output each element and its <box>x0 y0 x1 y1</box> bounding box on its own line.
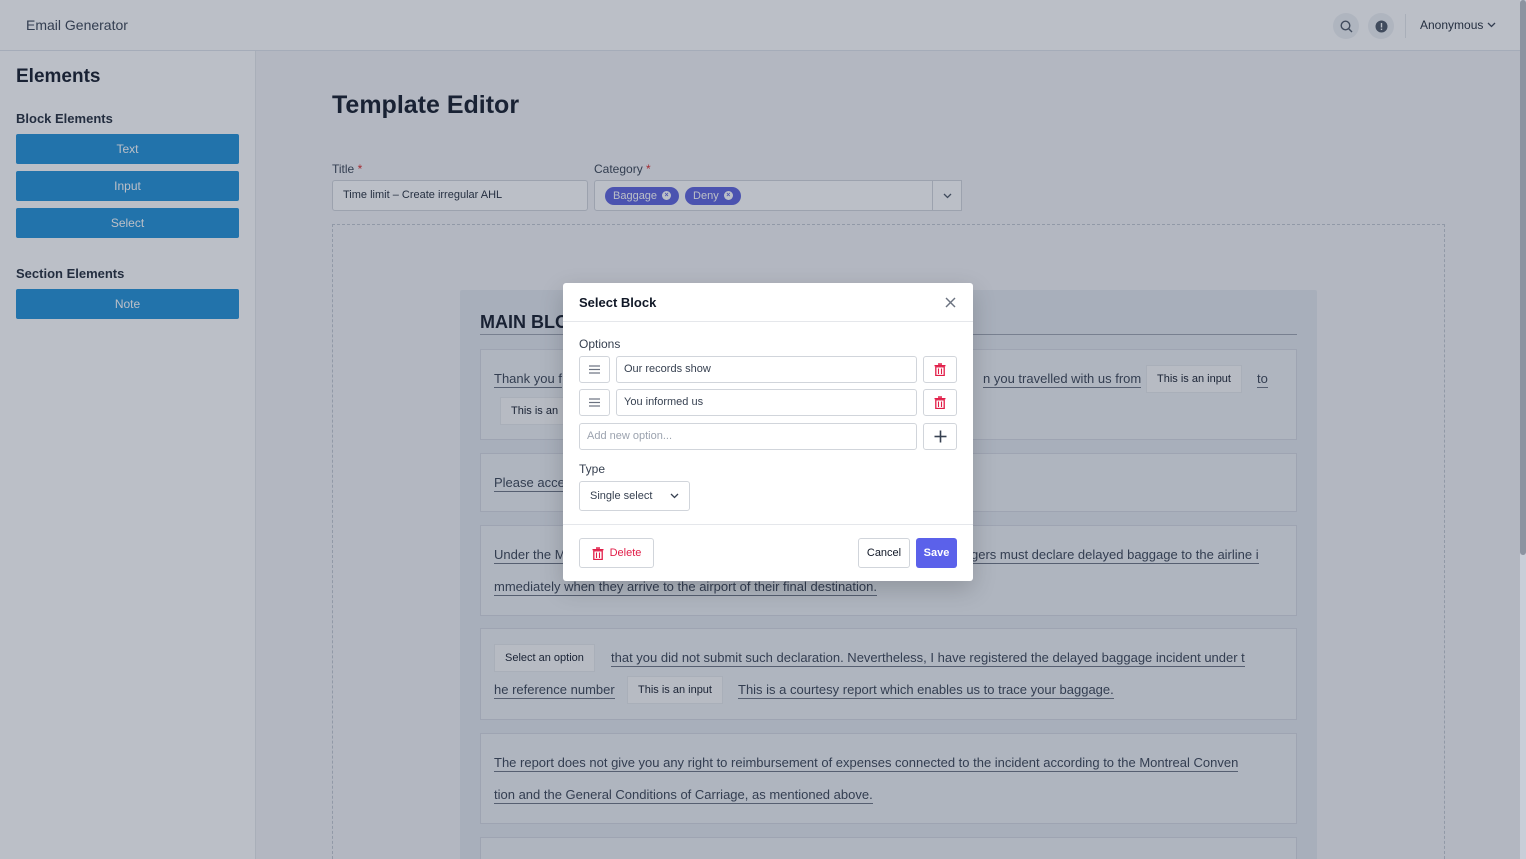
delete-option-button[interactable] <box>923 356 957 383</box>
new-option-input[interactable]: Add new option... <box>579 423 917 450</box>
modal-title: Select Block <box>579 295 657 310</box>
type-label: Type <box>579 462 606 476</box>
trash-icon <box>592 546 604 560</box>
chevron-down-icon <box>670 493 679 499</box>
select-block-modal: Select Block Options Our records show Yo… <box>563 283 973 581</box>
delete-label: Delete <box>609 547 642 559</box>
trash-icon <box>934 363 946 376</box>
add-option-button[interactable] <box>923 423 957 450</box>
cancel-button[interactable]: Cancel <box>858 538 910 568</box>
close-button[interactable] <box>941 293 959 311</box>
type-select-value: Single select <box>590 490 653 502</box>
modal-footer-divider <box>563 524 973 525</box>
drag-handle-icon <box>589 398 600 407</box>
delete-block-button[interactable]: Delete <box>579 538 654 568</box>
plus-icon <box>934 430 946 443</box>
option-drag-handle[interactable] <box>579 389 610 416</box>
drag-handle-icon <box>589 365 600 374</box>
trash-icon <box>934 396 946 409</box>
option-drag-handle[interactable] <box>579 356 610 383</box>
options-label: Options <box>579 337 621 351</box>
type-select[interactable]: Single select <box>579 481 690 511</box>
option-input[interactable]: Our records show <box>616 356 917 383</box>
scrollbar-thumb[interactable] <box>1520 0 1526 555</box>
modal-header: Select Block <box>563 283 973 322</box>
close-icon <box>945 297 955 307</box>
delete-option-button[interactable] <box>923 389 957 416</box>
save-button[interactable]: Save <box>916 538 957 568</box>
option-input[interactable]: You informed us <box>616 389 917 416</box>
